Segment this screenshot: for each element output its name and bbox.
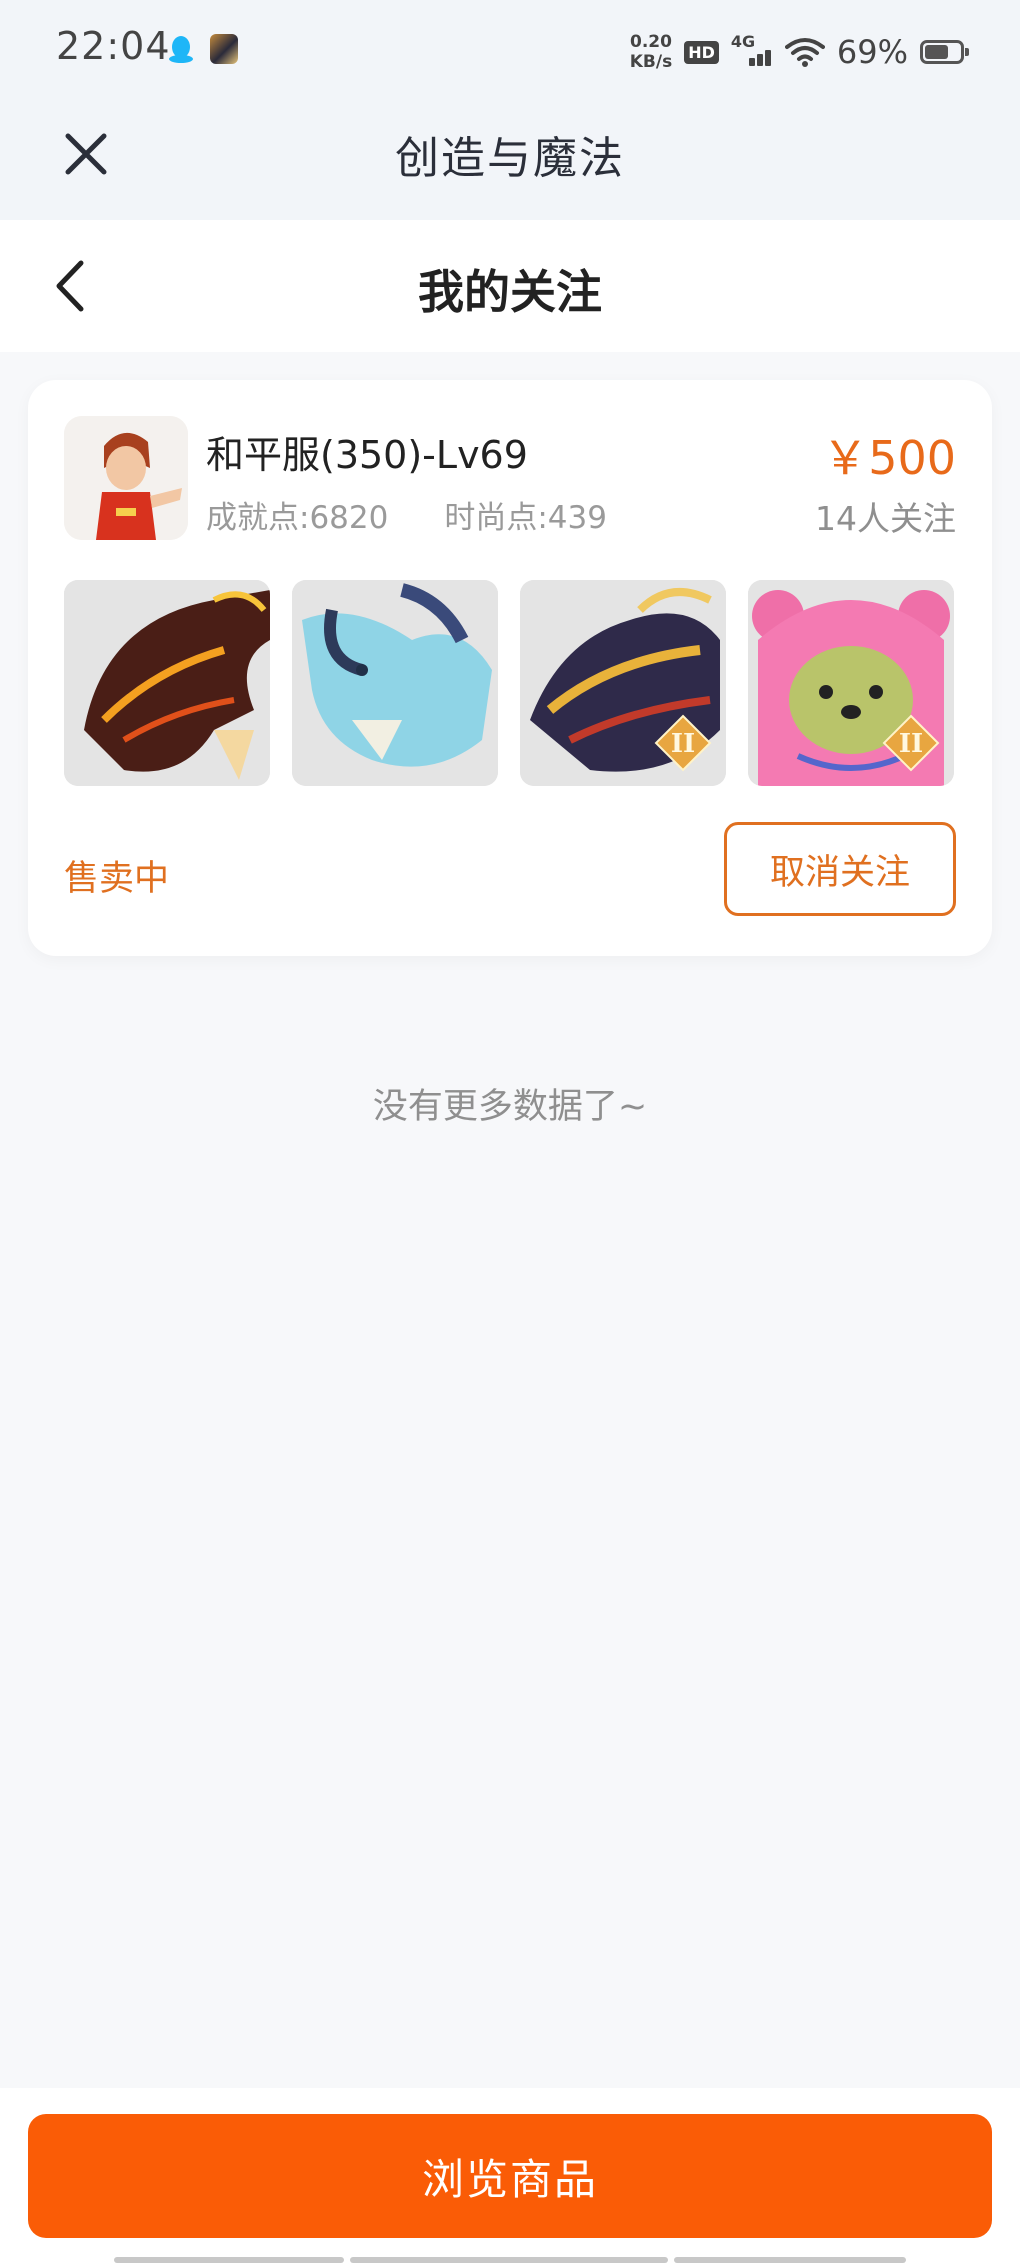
wifi-icon [784,38,825,67]
nav-gesture-bar [674,2257,906,2263]
signal-icon: 4G [731,32,773,68]
avatar [64,416,188,540]
battery-icon [920,40,969,64]
status-bar: 22:04 0.20 KB/s HD 4G 69% [0,0,1020,104]
thumbnail-lava-dragon[interactable] [64,580,270,786]
thumbnail-pink-bear[interactable]: II [748,580,954,786]
battery-percent: 69% [836,33,908,71]
page-header: 我的关注 [0,220,1020,352]
tier-badge-label: II [899,729,923,759]
follower-count: 14人关注 [815,499,956,538]
network-type: 4G [730,32,756,51]
hd-icon: HD [684,40,719,64]
fashion-points: 时尚点:439 [444,500,607,536]
item-name: 和平服(350)-Lv69 [206,433,528,477]
item-stats: 成就点:6820 时尚点:439 [206,492,607,537]
achievement-points: 成就点:6820 [206,500,389,536]
no-more-data-text: 没有更多数据了~ [372,1087,648,1127]
status-right: 0.20 KB/s HD 4G 69% [630,22,969,82]
tier-badge-icon: II [654,714,712,772]
ice-dragon-image [292,580,498,786]
nav-gesture-bar [350,2257,668,2263]
price: ￥500 [822,431,956,485]
app-header: 创造与魔法 [0,104,1020,220]
thumbnail-ice-dragon[interactable] [292,580,498,786]
tier-badge-label: II [671,729,695,759]
sale-status: 售卖中 [64,859,170,899]
thumbnail-golden-dragon[interactable]: II [520,580,726,786]
thumbnail-row: II II [64,580,954,786]
unfollow-button[interactable]: 取消关注 [724,822,956,916]
nav-gesture-bar [114,2257,344,2263]
tier-badge-icon: II [882,714,940,772]
app-title: 创造与魔法 [395,133,625,184]
followed-item-card[interactable]: 和平服(350)-Lv69 成就点:6820 时尚点:439 ￥500 14人关… [28,380,992,956]
browse-products-button[interactable]: 浏览商品 [28,2114,992,2238]
bottom-bar: 浏览商品 [0,2088,1020,2267]
status-time: 22:04 [56,24,171,68]
lava-dragon-image [64,580,270,786]
app-icon [210,34,238,64]
character-avatar-image [64,416,188,540]
page-title: 我的关注 [418,265,602,319]
speed-unit: KB/s [629,52,673,72]
qq-icon [169,36,193,63]
network-speed: 0.20 KB/s [630,32,672,72]
speed-value: 0.20 [629,32,672,52]
